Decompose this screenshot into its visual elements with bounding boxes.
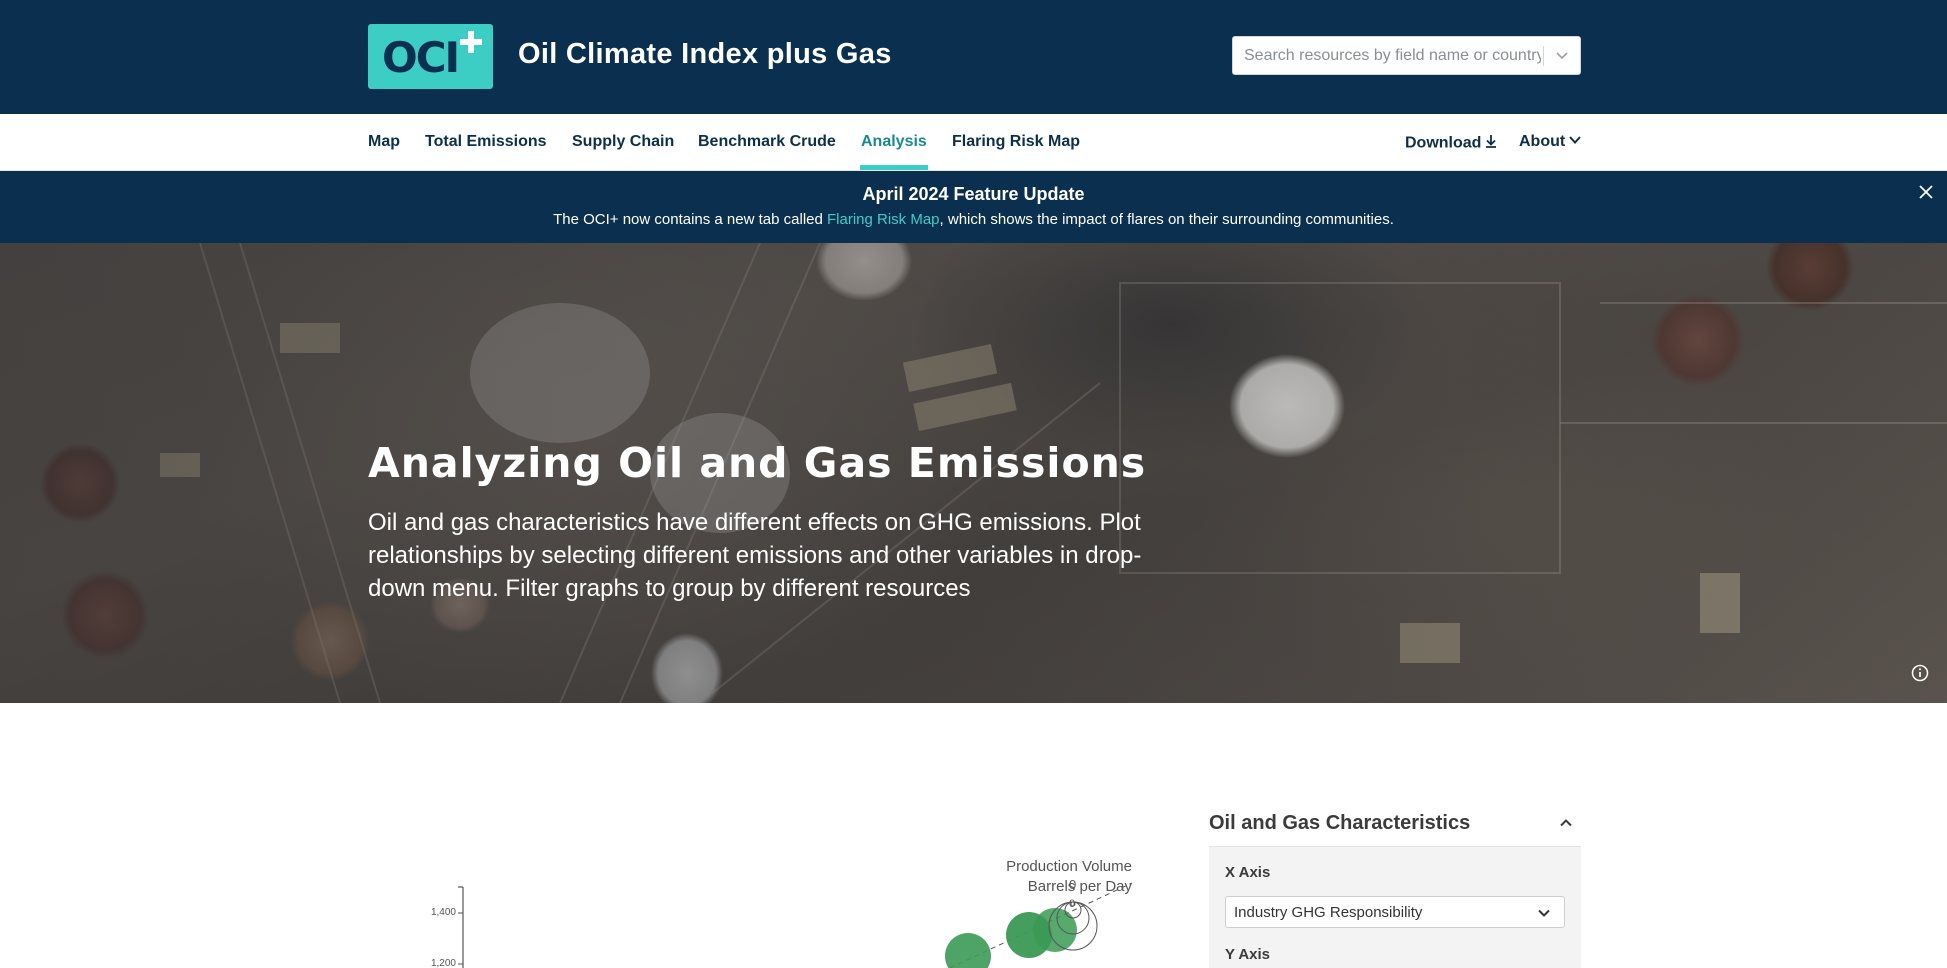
x-axis-label: X Axis <box>1225 864 1271 881</box>
main-nav: Map Total Emissions Supply Chain Benchma… <box>0 114 1947 171</box>
resource-search[interactable] <box>1232 36 1581 75</box>
plus-icon <box>458 29 484 55</box>
x-axis-select[interactable]: Industry GHG Responsibility <box>1225 896 1565 928</box>
size-legend-label: 0 <box>1069 877 1077 892</box>
panel-title[interactable]: Oil and Gas Characteristics <box>1209 812 1470 835</box>
search-input[interactable] <box>1233 37 1541 74</box>
download-icon <box>1484 133 1498 154</box>
legend-title-line1: Production Volume <box>1006 858 1132 875</box>
info-icon[interactable] <box>1910 663 1930 683</box>
analysis-chart: 1,400 1,200 Production Volume Barrels pe… <box>400 800 1200 968</box>
nav-item-analysis[interactable]: Analysis <box>861 133 927 151</box>
banner-title: April 2024 Feature Update <box>862 184 1085 204</box>
close-icon[interactable] <box>1916 182 1936 202</box>
oci-logo[interactable]: OCI <box>368 24 493 89</box>
panel-body: X Axis Industry GHG Responsibility Y Axi… <box>1209 846 1581 968</box>
x-axis-selected-value: Industry GHG Responsibility <box>1234 904 1423 921</box>
scatter-bubble[interactable] <box>1033 908 1077 952</box>
download-button[interactable]: Download <box>1405 133 1498 154</box>
nav-item-map[interactable]: Map <box>368 133 400 151</box>
nav-item-benchmark-crude[interactable]: Benchmark Crude <box>698 133 836 151</box>
flaring-risk-map-link[interactable]: Flaring Risk Map <box>827 211 940 228</box>
chevron-down-icon[interactable] <box>1551 47 1573 65</box>
size-legend-label: 0 <box>1069 898 1076 910</box>
feature-update-banner: April 2024 Feature Update The OCI+ now c… <box>0 171 1947 243</box>
nav-item-total-emissions[interactable]: Total Emissions <box>425 133 547 151</box>
y-tick-label: 1,400 <box>430 907 456 918</box>
y-tick-label: 1,200 <box>430 958 456 968</box>
hero-section: Analyzing Oil and Gas Emissions Oil and … <box>0 243 1947 703</box>
chevron-up-icon[interactable] <box>1557 814 1575 832</box>
page-description: Oil and gas characteristics have differe… <box>368 509 1142 602</box>
chevron-down-icon <box>1568 133 1582 151</box>
site-title[interactable]: Oil Climate Index plus Gas <box>518 38 892 71</box>
size-legend-title: Production Volume Barrels per Day <box>900 857 1132 897</box>
page-title: Analyzing Oil and Gas Emissions <box>368 439 1147 487</box>
about-menu[interactable]: About <box>1519 133 1582 151</box>
nav-item-supply-chain[interactable]: Supply Chain <box>572 133 674 151</box>
site-header: OCI Oil Climate Index plus Gas <box>0 0 1947 114</box>
nav-item-flaring-risk-map[interactable]: Flaring Risk Map <box>952 133 1080 151</box>
active-tab-indicator <box>860 165 928 170</box>
about-label: About <box>1519 133 1566 151</box>
chevron-down-icon <box>1536 905 1552 921</box>
y-axis-label: Y Axis <box>1225 946 1271 963</box>
banner-body: The OCI+ now contains a new tab called F… <box>0 211 1947 228</box>
banner-text-before: The OCI+ now contains a new tab called <box>553 211 827 228</box>
download-label: Download <box>1405 134 1482 152</box>
logo-text: OCI <box>382 33 460 82</box>
search-divider <box>1543 46 1544 66</box>
characteristics-panel: Oil and Gas Characteristics X Axis Indus… <box>1209 800 1581 968</box>
banner-text-after: , which shows the impact of flares on th… <box>939 211 1394 228</box>
legend-title-line2: Barrels per Day <box>1027 878 1132 895</box>
scatter-bubble[interactable] <box>945 933 991 968</box>
